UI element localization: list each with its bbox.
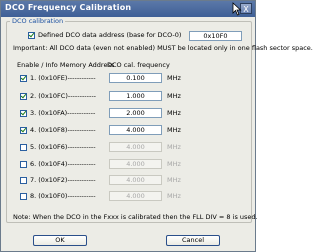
unit-label: MHz [167, 192, 181, 200]
row-address-label: 3. (0x10FA)------------ [30, 109, 96, 117]
row-checkbox[interactable] [20, 110, 27, 117]
address-input[interactable]: 0x10F0 [189, 31, 242, 41]
frequency-input[interactable]: 4.000 [109, 125, 162, 135]
frequency-input[interactable]: 4.000 [109, 175, 162, 185]
mouse-cursor-icon [232, 2, 242, 16]
group-label: DCO calibration [10, 17, 66, 25]
enable-header: Enable / Info Memory Address [17, 61, 115, 69]
row-checkbox[interactable] [20, 161, 27, 168]
frequency-input[interactable]: 4.000 [109, 142, 162, 152]
cancel-button[interactable]: Cancel [166, 235, 220, 246]
ok-button[interactable]: OK [33, 235, 87, 246]
frequency-input[interactable]: 4.000 [109, 159, 162, 169]
title-bar: DCO Frequency Calibration X [1, 1, 255, 17]
address-checkbox[interactable] [28, 32, 35, 39]
unit-label: MHz [167, 126, 181, 134]
frequency-input[interactable]: 4.000 [109, 191, 162, 201]
dialog-window: DCO Frequency Calibration X DCO calibrat… [0, 0, 313, 252]
row-checkbox[interactable] [20, 75, 27, 82]
row-address-label: 7. (0x10F2)------------ [30, 176, 96, 184]
note-text: Note: When the DCO in the Fxxx is calibr… [13, 213, 258, 221]
unit-label: MHz [167, 160, 181, 168]
row-checkbox[interactable] [20, 144, 27, 151]
address-label: Defined DCO data address (base for DCO-0… [38, 31, 182, 39]
frequency-input[interactable]: 1.000 [109, 91, 162, 101]
row-address-label: 2. (0x10FC)------------ [30, 92, 97, 100]
row-address-label: 8. (0x10F0)------------ [30, 192, 96, 200]
unit-label: MHz [167, 109, 181, 117]
window-title: DCO Frequency Calibration [5, 3, 132, 12]
row-checkbox[interactable] [20, 127, 27, 134]
unit-label: MHz [167, 176, 181, 184]
frequency-input[interactable]: 2.000 [109, 108, 162, 118]
frequency-input[interactable]: 0.100 [109, 73, 162, 83]
unit-label: MHz [167, 92, 181, 100]
frequency-header: DCO cal. frequency [107, 61, 170, 69]
row-checkbox[interactable] [20, 93, 27, 100]
row-checkbox[interactable] [20, 177, 27, 184]
row-address-label: 6. (0x10F4)------------ [30, 160, 96, 168]
unit-label: MHz [167, 74, 181, 82]
row-checkbox[interactable] [20, 193, 27, 200]
unit-label: MHz [167, 143, 181, 151]
row-address-label: 5. (0x10F6)------------ [30, 143, 96, 151]
row-address-label: 1. (0x10FE)------------ [30, 74, 96, 82]
important-text: Important: All DCO data (even not enable… [13, 44, 313, 52]
row-address-label: 4. (0x10F8)------------ [30, 126, 96, 134]
